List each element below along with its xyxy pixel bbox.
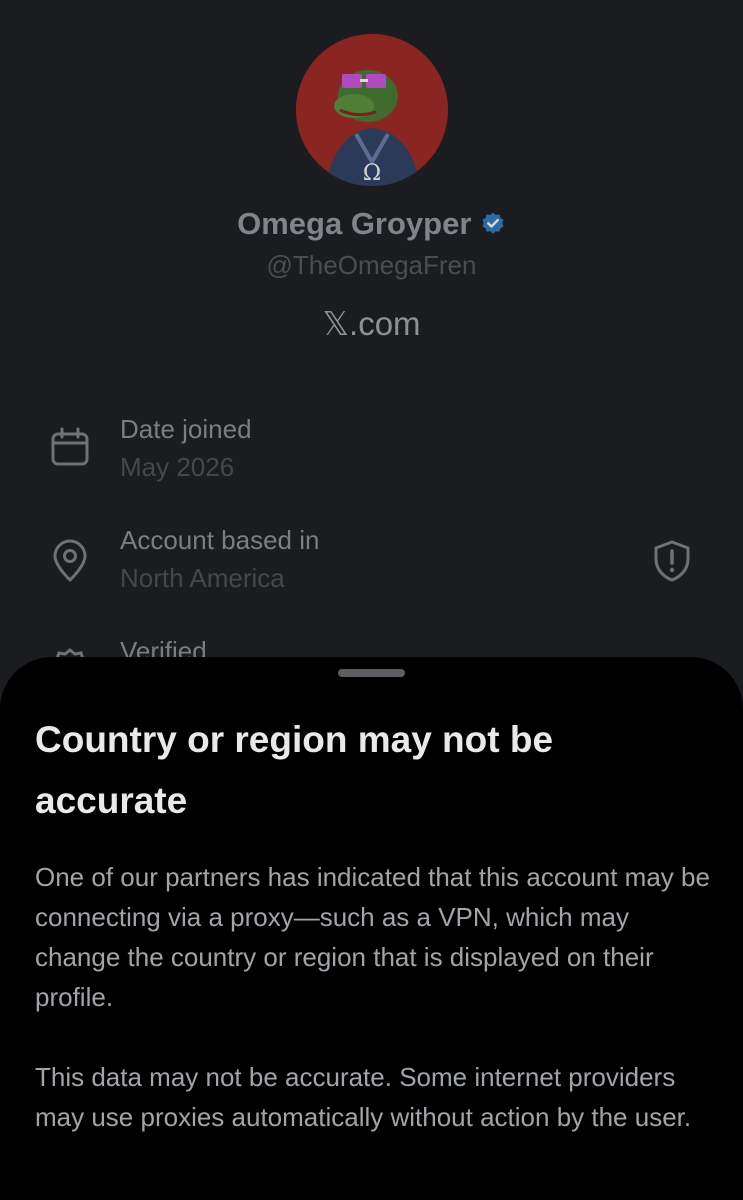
shield-alert-icon[interactable] xyxy=(652,539,692,583)
calendar-icon xyxy=(48,426,92,470)
account-based-in-value: North America xyxy=(120,563,285,593)
account-based-in-label: Account based in xyxy=(120,525,320,555)
sheet-title: Country or region may not be accurate xyxy=(35,719,554,821)
profile-handle[interactable]: @TheOmegaFren xyxy=(0,250,743,281)
sheet-paragraph-proxy: One of our partners has indicated that t… xyxy=(35,862,710,1012)
sheet-paragraph-accuracy: This data may not be accurate. Some inte… xyxy=(35,1062,692,1132)
date-joined-value: May 2026 xyxy=(120,452,235,482)
location-pin-icon xyxy=(48,539,92,583)
profile-site[interactable]: 𝕏.com xyxy=(0,304,743,343)
date-joined-row: Date joined May 2026 xyxy=(0,414,743,494)
avatar-image: Ω xyxy=(296,34,448,186)
info-bottom-sheet: Country or region may not be accurate On… xyxy=(0,657,743,1200)
profile-name-row: Omega Groyper xyxy=(0,206,743,242)
display-name: Omega Groyper xyxy=(237,206,472,241)
account-based-in-row[interactable]: Account based in North America xyxy=(0,525,743,605)
date-joined-label: Date joined xyxy=(120,414,252,444)
verified-badge-icon[interactable] xyxy=(480,211,506,237)
avatar-omega-glyph: Ω xyxy=(363,161,381,186)
sheet-grabber-handle[interactable] xyxy=(338,669,405,677)
profile-about-screen: Ω Omega Groyper @TheOmegaFren 𝕏.com Date… xyxy=(0,0,743,1200)
avatar[interactable]: Ω xyxy=(296,34,448,186)
